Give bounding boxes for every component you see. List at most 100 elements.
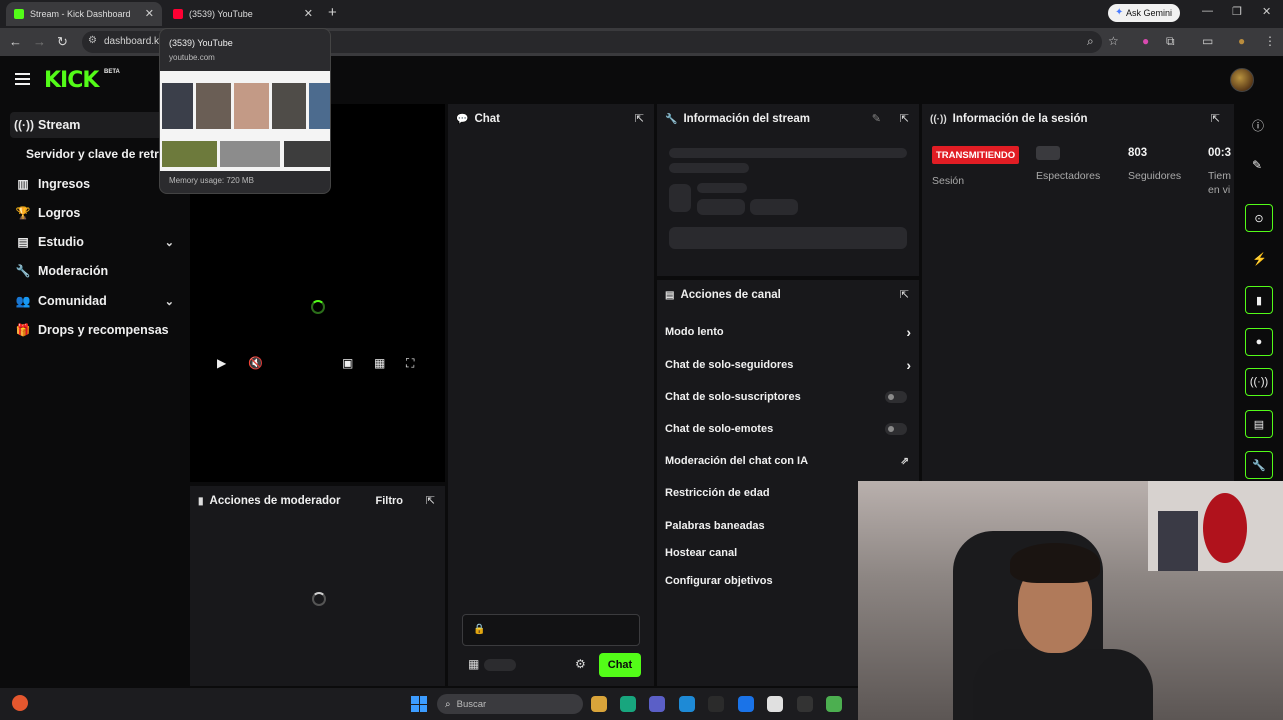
sidebar-item-label: Moderación	[38, 264, 109, 278]
chrome-icon[interactable]	[767, 696, 783, 712]
channel-actions-icon[interactable]: ▤	[1245, 410, 1273, 438]
sidebar-item-label: Comunidad	[38, 294, 107, 308]
sidebar-item-estudio[interactable]: ▤ Estudio ⌄	[10, 229, 180, 255]
panel-header: ▮ Acciones de moderador	[190, 486, 445, 516]
row-label: Chat de solo-emotes	[665, 423, 774, 435]
app-icon[interactable]	[708, 696, 724, 712]
stream-time-label-2: en vi	[1208, 184, 1231, 196]
edit-icon[interactable]: ✎	[1252, 158, 1262, 172]
copilot-icon[interactable]	[591, 696, 607, 712]
close-tab-icon[interactable]: ✕	[145, 7, 154, 20]
chat-icon[interactable]: ●	[1245, 328, 1273, 356]
wrench-icon[interactable]: 🔧	[1245, 451, 1273, 479]
site-info-icon[interactable]: ⚙	[88, 35, 97, 46]
edge-icon[interactable]	[679, 696, 695, 712]
send-chat-button[interactable]: Chat	[599, 653, 641, 677]
profile-icon[interactable]: ●	[1238, 34, 1245, 48]
minimize-icon[interactable]: —	[1202, 5, 1213, 17]
popout-icon[interactable]: ⇱	[1211, 112, 1220, 125]
sidebar-item-drops[interactable]: 🎁 Drops y recompensas	[10, 317, 180, 343]
bookmark-star-icon[interactable]: ☆	[1108, 34, 1119, 48]
ask-gemini-button[interactable]: ✦ Ask Gemini	[1108, 4, 1181, 22]
store-icon[interactable]: ▦	[468, 657, 479, 671]
preview-title: (3539) YouTube	[169, 38, 233, 48]
back-icon[interactable]: ←	[9, 34, 22, 49]
viewers-value-placeholder	[1036, 146, 1060, 160]
panel-title: Información de la sesión	[952, 113, 1088, 125]
sidebar-item-moderacion[interactable]: 🔧 Moderación	[10, 258, 180, 284]
subscribers-only-toggle[interactable]	[885, 391, 907, 403]
teams-icon[interactable]	[649, 696, 665, 712]
row-label: Hostear canal	[665, 547, 738, 559]
cast-icon[interactable]: ▭	[1202, 34, 1213, 48]
lightning-icon[interactable]: ⚡	[1252, 252, 1267, 266]
sidebar-item-stream[interactable]: ((·)) Stream	[10, 112, 180, 138]
popout-icon[interactable]: ⇱	[900, 288, 909, 301]
stream-time-label: Tiem	[1208, 170, 1231, 182]
reload-icon[interactable]: ↻	[57, 34, 68, 50]
panel-title: Acciones de moderador	[209, 495, 341, 507]
tab-youtube[interactable]: (3539) YouTube ✕	[165, 2, 321, 26]
clip-icon[interactable]: ▦	[374, 356, 385, 370]
theater-mode-icon[interactable]: ▣	[342, 356, 353, 370]
fullscreen-icon[interactable]: ⛶	[406, 356, 414, 371]
moderator-actions-panel: ▮ Acciones de moderador Filtro ⇱	[190, 486, 445, 686]
info-icon[interactable]: ⓘ	[1252, 117, 1264, 134]
notes-icon[interactable]: ▮	[1245, 286, 1273, 314]
outlook-icon[interactable]	[738, 696, 754, 712]
session-info-panel: ((·)) Información de la sesión ⇱ TRANSMI…	[922, 104, 1234, 482]
edit-pencil-icon[interactable]: ✎	[872, 112, 881, 125]
row-label: Modo lento	[665, 326, 724, 338]
followers-only-row[interactable]: Chat de solo-seguidores ›	[665, 353, 911, 377]
taskbar-search[interactable]: ⌕ Buscar	[437, 694, 583, 714]
close-tab-icon[interactable]: ✕	[304, 7, 313, 20]
hamburger-menu-icon[interactable]	[15, 73, 30, 85]
sidebar-item-logros[interactable]: 🏆 Logros	[10, 200, 180, 226]
broadcast-icon: ((·))	[14, 118, 34, 132]
skeleton-chip	[750, 199, 798, 215]
mute-icon[interactable]: 🔇	[248, 356, 263, 370]
play-icon[interactable]: ▶	[217, 356, 226, 370]
lock-icon: 🔒	[473, 624, 486, 635]
chat-input[interactable]: 🔒	[462, 614, 640, 646]
popout-icon[interactable]: ⇱	[900, 112, 909, 125]
forward-icon[interactable]: →	[33, 34, 46, 49]
youtube-favicon-icon	[173, 9, 183, 19]
new-tab-button[interactable]: +	[328, 4, 337, 21]
sidebar-item-ingresos[interactable]: ▥ Ingresos	[10, 171, 180, 197]
restore-icon[interactable]: ❐	[1232, 5, 1242, 18]
gift-icon: 🎁	[15, 323, 31, 337]
emotes-only-toggle[interactable]	[885, 423, 907, 435]
app-icon[interactable]	[620, 696, 636, 712]
browser-menu-icon[interactable]: ⋮	[1264, 34, 1276, 48]
chrome-active-icon[interactable]	[826, 696, 842, 712]
ai-moderation-row[interactable]: Moderación del chat con IA ⇗	[665, 449, 911, 473]
preview-thumbnail	[160, 71, 330, 171]
loading-spinner-icon	[311, 300, 325, 314]
sidebar-item-comunidad[interactable]: 👥 Comunidad ⌄	[10, 288, 180, 314]
extension-icon[interactable]: ●	[1142, 34, 1149, 48]
url-text: dashboard.ki	[104, 36, 162, 47]
kick-logo[interactable]: KICK	[44, 68, 99, 93]
extensions-puzzle-icon[interactable]: ⧉	[1166, 34, 1175, 49]
zoom-icon[interactable]: ⌕	[1087, 34, 1094, 49]
popout-icon[interactable]: ⇱	[426, 494, 435, 507]
sidebar-item-server-key[interactable]: Servidor y clave de retr	[26, 141, 160, 167]
stream-info-panel: 🔧 Información del stream ✎ ⇱	[657, 104, 919, 276]
slow-mode-row[interactable]: Modo lento ›	[665, 320, 911, 344]
gear-icon[interactable]: ⚙	[575, 657, 586, 671]
camera-toggle-icon[interactable]: ⊙	[1245, 204, 1273, 232]
close-window-icon[interactable]: ✕	[1262, 5, 1271, 18]
webcam-balloon	[1203, 493, 1247, 563]
windows-start-icon[interactable]	[411, 696, 427, 712]
tab-hover-preview: (3539) YouTube youtube.com Memory usage:…	[159, 28, 331, 194]
popout-icon[interactable]: ⇱	[635, 112, 644, 125]
filter-button[interactable]: Filtro	[376, 495, 404, 507]
followers-value: 803	[1128, 147, 1148, 159]
user-avatar[interactable]	[1230, 68, 1254, 92]
tab-kick-dashboard[interactable]: Stream - Kick Dashboard ✕	[6, 2, 162, 26]
points-pill[interactable]	[484, 659, 516, 671]
notification-icon[interactable]	[12, 695, 28, 711]
obs-icon[interactable]	[797, 696, 813, 712]
broadcast-icon[interactable]: ((·))	[1245, 368, 1273, 396]
